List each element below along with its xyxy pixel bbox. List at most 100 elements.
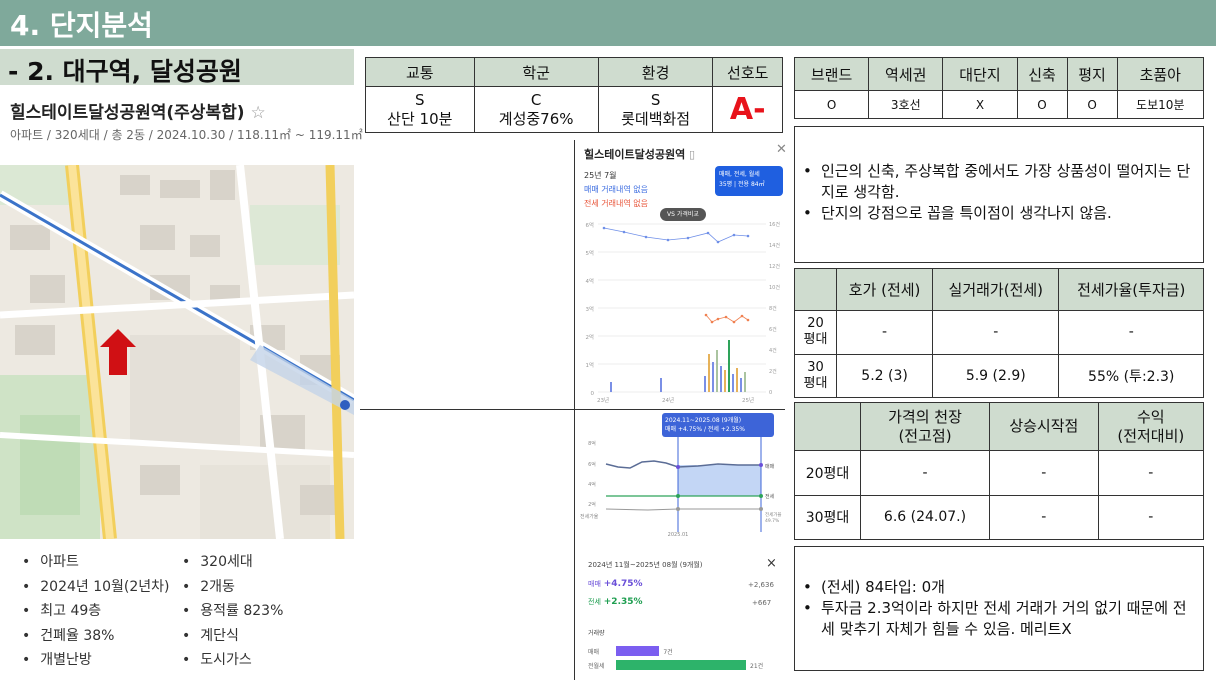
sale-point xyxy=(644,235,648,239)
header-bar: 4. 단지분석 xyxy=(0,0,1216,46)
row-label: 30 평대 xyxy=(794,353,837,398)
close-icon[interactable]: ✕ xyxy=(776,142,787,157)
range-point xyxy=(676,507,680,511)
jeonse-point xyxy=(740,314,744,318)
note-item: 인근의 신축, 주상복합 중에서도 가장 상품성이 떨어지는 단지로 생각함. xyxy=(795,161,1191,203)
close-icon[interactable]: × xyxy=(766,556,777,571)
volume-bar xyxy=(740,378,742,392)
table-cell: - xyxy=(1097,450,1205,496)
volume-title: 거래량 xyxy=(588,630,605,637)
table-header: 호가 (전세) xyxy=(835,268,934,311)
ceiling-table: 가격의 천장 (전고점) 상승시작점 수익 (전저대비) 20평대 - - - … xyxy=(794,402,1205,540)
notes-box-bottom: (전세) 84타입: 0개 투자금 2.3억이라 하지만 전세 거래가 거의 없… xyxy=(794,546,1204,671)
note-item: (전세) 84타입: 0개 xyxy=(795,577,1191,598)
range-point xyxy=(759,463,763,467)
volume-bar xyxy=(732,374,734,392)
table-header: 환경 xyxy=(597,57,714,87)
y2-tick-label: 2건 xyxy=(769,368,777,375)
sale-point xyxy=(622,230,626,234)
table-header: 상승시작점 xyxy=(989,402,1099,451)
notes-box-top: 인근의 신축, 주상복합 중에서도 가장 상품성이 떨어지는 단지로 생각함. … xyxy=(794,126,1204,263)
filter-button[interactable]: 매매, 전세, 월세 35평 | 전용 84㎡ xyxy=(715,166,783,196)
divider-horizontal xyxy=(360,409,785,410)
row-label: 20 평대 xyxy=(794,310,837,355)
table-cell: 5.2 (3) xyxy=(835,353,934,398)
jeonse-point xyxy=(710,320,714,324)
volume-bar xyxy=(610,382,612,392)
jeonse-point xyxy=(724,315,728,319)
divider-vertical xyxy=(574,140,575,680)
table-cell: O xyxy=(1016,90,1068,119)
list-item: 개별난방 xyxy=(20,648,170,673)
month-label: 25년 7월 xyxy=(584,171,617,180)
summary-panel: 2024년 11월~2025년 08월 (9개월) × 매매 +4.75% +2… xyxy=(580,548,786,678)
table-header: 교통 xyxy=(365,57,475,87)
jeonse-point xyxy=(704,313,708,317)
list-item: 용적률 823% xyxy=(180,599,283,624)
table-header: 실거래가(전세) xyxy=(932,268,1060,311)
complex-name-text: 힐스테이트달성공원역(주상복합) xyxy=(10,103,245,123)
volume-bar xyxy=(736,368,738,392)
y2-tick-label: 16건 xyxy=(769,221,780,228)
range-point xyxy=(676,494,680,498)
table-header: 학군 xyxy=(473,57,599,87)
table-cell: X xyxy=(942,90,1018,119)
list-item: 건폐율 38% xyxy=(20,624,170,649)
table-cell: 도보10분 xyxy=(1116,90,1205,119)
info-list-left: 아파트 2024년 10월(2년차) 최고 49층 건폐율 38% 개별난방 xyxy=(20,550,170,673)
table-cell: 55% (투:2.3) xyxy=(1058,353,1204,398)
period-label: 2024년 11월~2025년 08월 (9개월) xyxy=(588,561,703,569)
table-corner xyxy=(794,402,861,451)
volume-bar xyxy=(724,370,726,392)
y-tick-label: 5억 xyxy=(585,249,594,257)
x-tick-label: 24년 xyxy=(662,396,674,404)
y-tick-label: 2억 xyxy=(585,333,594,341)
y2-tick-label: 12건 xyxy=(769,263,780,270)
table-header: 선호도 xyxy=(712,57,783,87)
volume-bar xyxy=(660,378,662,392)
range-chart-panel: 2024.11~2025.08 (9개월) 매매 +4.75% / 전세 +2.3… xyxy=(578,412,786,540)
price-table: 호가 (전세) 실거래가(전세) 전세가율(투자금) 20 평대 - - - 3… xyxy=(794,268,1204,398)
section-subtitle: - 2. 대구역, 달성공원 xyxy=(8,57,242,86)
range-point xyxy=(759,494,763,498)
preference-grade: A- xyxy=(712,86,783,133)
table-header: 수익 (전저대비) xyxy=(1097,402,1205,451)
sale-price-line xyxy=(603,227,749,243)
jeonse-volume-bar xyxy=(616,660,746,670)
table-header: 신축 xyxy=(1016,57,1068,91)
x-tick-label: 23년 xyxy=(597,396,609,404)
y-tick-label: 6억 xyxy=(585,221,594,229)
table-header: 초품아 xyxy=(1116,57,1205,91)
subtitle-bar: - 2. 대구역, 달성공원 xyxy=(0,49,354,86)
y-tick-label: 3억 xyxy=(585,305,594,313)
location-map[interactable] xyxy=(0,165,354,539)
jeonse-point xyxy=(746,318,750,322)
table-cell: - xyxy=(835,310,934,355)
volume-bar xyxy=(728,340,730,392)
sale-point xyxy=(716,240,720,244)
volume-bar xyxy=(720,366,722,392)
volume-bar xyxy=(712,362,714,392)
y-tick-label: 1억 xyxy=(585,361,594,369)
list-item: 도시가스 xyxy=(180,648,283,673)
sale-point xyxy=(746,234,750,238)
star-icon[interactable]: ☆ xyxy=(251,103,266,123)
table-header: 평지 xyxy=(1066,57,1118,91)
table-header: 전세가율(투자금) xyxy=(1058,268,1204,311)
grade-table: 교통 학군 환경 선호도 S 산단 10분 C 계성중76% S 롯데백화점 A- xyxy=(365,57,783,133)
y2-tick-label: 14건 xyxy=(769,242,780,249)
panel-title: 힐스테이트달성공원역 ▯ xyxy=(584,148,696,161)
y2-tick-label: 10건 xyxy=(769,284,780,291)
y2-tick-label: 0 xyxy=(769,390,772,396)
range-chart: 8억6억4억2억전세가율매매전세전세가율49.7%2025.01 xyxy=(580,437,782,538)
map-graphic xyxy=(0,165,354,539)
price-volume-chart: 6억5억4억3억2억1억016건14건12건10건8건6건4건2건023년 24년… xyxy=(585,221,780,404)
sale-change: 매매 +4.75% xyxy=(588,579,643,589)
complex-name: 힐스테이트달성공원역(주상복합) ☆ xyxy=(10,98,266,123)
row-label: 30평대 xyxy=(794,494,861,540)
sale-amount: +2,636 xyxy=(748,581,774,589)
volume-bar xyxy=(708,354,710,392)
table-cell: O xyxy=(793,90,870,119)
right-label-jeonse: 전세 xyxy=(765,493,775,500)
y-tick-label: 4억 xyxy=(585,277,594,285)
